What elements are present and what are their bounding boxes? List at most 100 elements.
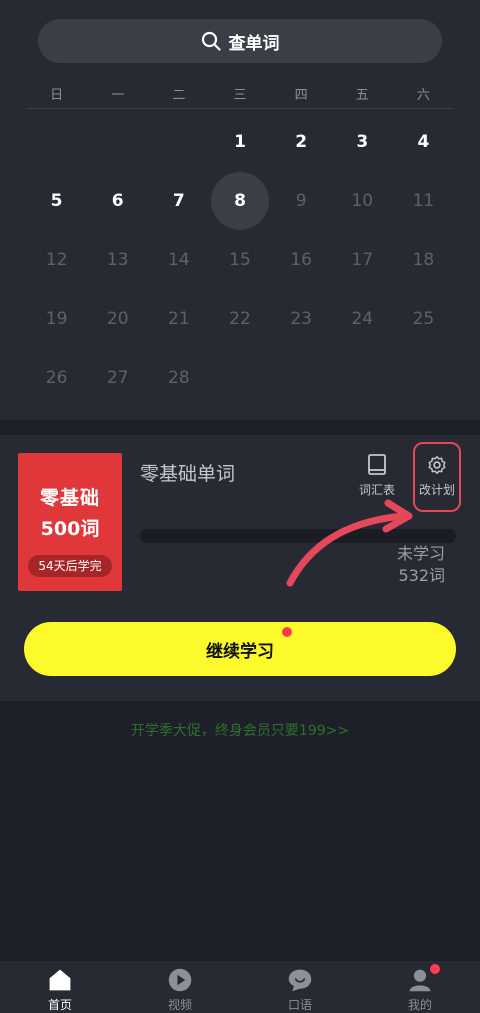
weekday-label: 日 (50, 88, 64, 103)
tab-video-label: 视频 (167, 998, 192, 1012)
cover-subtitle: 500词 (40, 518, 100, 540)
calendar-day[interactable]: 2 (271, 113, 332, 172)
search-icon (201, 31, 221, 51)
calendar-day[interactable]: 19 (26, 289, 87, 348)
calendar-day-number: 2 (295, 132, 308, 153)
calendar-empty-cell (26, 113, 87, 172)
book-cover[interactable]: 零基础 500词 54天后学完 (18, 453, 122, 591)
study-card: 零基础 500词 54天后学完 零基础单词 词汇表 改计划 未学习 532词 继… (0, 435, 480, 701)
calendar-day-number: 5 (50, 191, 63, 212)
calendar-day[interactable]: 21 (148, 289, 209, 348)
annotation-highlight-box (413, 442, 461, 512)
calendar-empty-cell (87, 113, 148, 172)
calendar-day[interactable]: 1 (209, 113, 270, 172)
calendar-day-number: 7 (172, 191, 185, 212)
cover-title: 零基础 (39, 487, 100, 509)
weekday-label: 六 (416, 88, 430, 103)
study-status: 未学习 532词 (397, 543, 445, 587)
calendar-day[interactable]: 16 (271, 231, 332, 290)
calendar-day[interactable]: 28 (148, 348, 209, 407)
calendar-day[interactable]: 3 (332, 113, 393, 172)
calendar-panel: 查单词 日一二三四五六 1 2 3 4 5 6 7 8 9 10 11 12 13 14 15 16 17 18 1… (0, 0, 480, 420)
progress-bar (140, 529, 456, 543)
calendar-day[interactable]: 24 (332, 289, 393, 348)
calendar-day[interactable]: 5 (26, 172, 87, 231)
calendar-day-number: 1 (234, 132, 246, 153)
calendar-day-number: 18 (412, 249, 435, 270)
search-label: 查单词 (228, 33, 280, 54)
calendar-day[interactable]: 23 (271, 289, 332, 348)
calendar-day[interactable]: 18 (393, 231, 454, 290)
tab-speaking[interactable]: 口语 (240, 961, 360, 1013)
book-icon (368, 454, 386, 475)
calendar-empty-cell (148, 113, 209, 172)
promo-banner[interactable]: 开学季大促，终身会员只要199>> (0, 720, 480, 740)
calendar-day[interactable]: 11 (393, 172, 454, 231)
calendar-empty-cell (271, 348, 332, 407)
tab-speaking-label: 口语 (287, 998, 312, 1012)
calendar-day-number: 22 (229, 308, 251, 329)
weekday-label: 一 (111, 88, 125, 103)
calendar-day-number: 12 (45, 249, 68, 270)
calendar-empty-cell (332, 348, 393, 407)
bottom-tab-bar: 首页 视频 口语 我的 (0, 961, 480, 1013)
calendar-day-number: 21 (168, 308, 190, 329)
profile-notification-dot (430, 964, 440, 974)
calendar-day-number: 13 (106, 249, 129, 270)
calendar-day-number: 19 (45, 308, 68, 329)
vocab-list-button[interactable]: 词汇表 (350, 453, 404, 498)
weekday-label: 二 (172, 88, 186, 103)
tab-home-label: 首页 (47, 998, 72, 1012)
tab-profile[interactable]: 我的 (360, 961, 480, 1013)
calendar-day[interactable]: 14 (148, 231, 209, 290)
calendar-day-number: 8 (210, 172, 269, 231)
calendar-day-number: 14 (168, 249, 190, 270)
cover-badge: 54天后学完 (28, 555, 112, 577)
calendar-day-number: 20 (106, 308, 129, 329)
calendar-day-number: 23 (290, 308, 312, 329)
calendar-day-number: 10 (351, 191, 374, 212)
calendar-day-number: 6 (111, 191, 124, 212)
calendar-day-number: 27 (106, 367, 129, 388)
calendar-day-number: 3 (356, 132, 369, 153)
calendar-day[interactable]: 22 (209, 289, 270, 348)
calendar-day[interactable]: 12 (26, 231, 87, 290)
weekday-label: 四 (294, 88, 308, 103)
calendar-day-number: 4 (417, 132, 430, 153)
calendar-day[interactable]: 10 (332, 172, 393, 231)
calendar-day[interactable]: 27 (87, 348, 148, 407)
play-icon (168, 968, 192, 992)
continue-study-button[interactable]: 继续学习 (24, 622, 456, 676)
calendar-day[interactable]: 6 (87, 172, 148, 231)
calendar-day[interactable]: 20 (87, 289, 148, 348)
calendar-day[interactable]: 9 (271, 172, 332, 231)
calendar-day-number: 15 (229, 249, 251, 270)
vocab-list-label: 词汇表 (358, 483, 395, 497)
calendar-day-number: 24 (351, 308, 374, 329)
calendar-day[interactable]: 13 (87, 231, 148, 290)
calendar-day[interactable]: 8 (209, 172, 270, 231)
search-bar[interactable]: 查单词 (38, 19, 442, 63)
calendar-day[interactable]: 25 (393, 289, 454, 348)
tab-video[interactable]: 视频 (120, 961, 240, 1013)
weekday-label: 五 (355, 88, 369, 103)
calendar-day[interactable]: 7 (148, 172, 209, 231)
calendar-day[interactable]: 15 (209, 231, 270, 290)
calendar-day-number: 16 (290, 249, 312, 270)
tab-home[interactable]: 首页 (0, 961, 120, 1013)
tab-profile-label: 我的 (407, 998, 432, 1012)
notification-dot (282, 627, 292, 637)
calendar-day-number: 9 (295, 191, 307, 212)
calendar-day-number: 25 (412, 308, 435, 329)
word-count: 532词 (398, 566, 445, 585)
calendar-grid: 1 2 3 4 5 6 7 8 9 10 11 12 13 14 15 16 17 18 19 20 21 22 23 24 2… (26, 113, 454, 407)
calendar-day-number: 17 (351, 249, 374, 270)
calendar-day[interactable]: 26 (26, 348, 87, 407)
calendar-day[interactable]: 4 (393, 113, 454, 172)
status-label: 未学习 (396, 544, 445, 563)
chat-icon (288, 969, 312, 992)
calendar-day[interactable]: 17 (332, 231, 393, 290)
weekday-label: 三 (233, 88, 247, 103)
weekday-header: 日一二三四五六 (26, 84, 454, 109)
calendar-day-number: 11 (412, 191, 435, 212)
